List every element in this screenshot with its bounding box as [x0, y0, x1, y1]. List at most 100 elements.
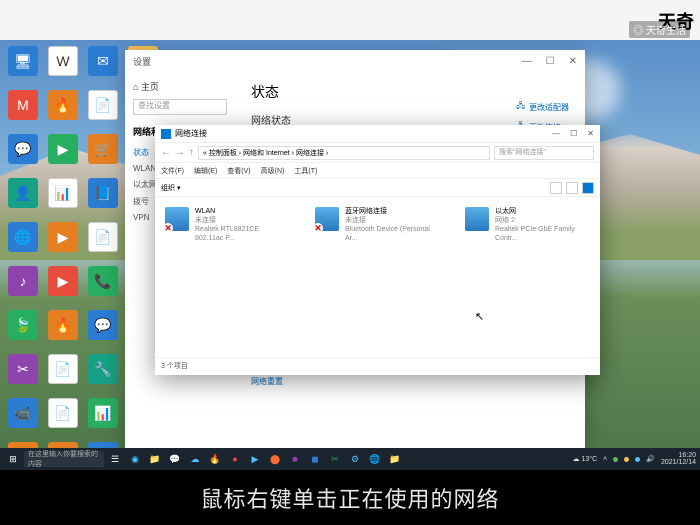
page-title: 状态 [251, 82, 569, 102]
desktop-icon[interactable]: 🔥 [48, 310, 78, 340]
desktop-icon[interactable]: 📊 [88, 398, 118, 428]
menu-edit[interactable]: 编辑(E) [194, 166, 217, 176]
app-icon[interactable]: ◼ [306, 451, 324, 467]
desktop-icon[interactable]: 🔥 [48, 90, 78, 120]
desktop-icon[interactable]: ✉ [88, 46, 118, 76]
explorer-window: 网络连接 — ☐ ✕ ← → ↑ « 控制面板 › 网络和 Internet ›… [155, 125, 600, 375]
app-icon[interactable]: ■ [286, 451, 304, 467]
desktop-icon[interactable]: M [8, 90, 38, 120]
adapter-device: Bluetooth Device (Personal Ar... [345, 225, 435, 243]
desktop-icon[interactable]: 💬 [88, 310, 118, 340]
desktop-icon[interactable]: W [48, 46, 78, 76]
desktop-icon[interactable]: 📄 [48, 354, 78, 384]
menu-tools[interactable]: 工具(T) [294, 166, 317, 176]
explorer-content[interactable]: WLAN 未连接 Realtek RTL8821CE 802.11ac P...… [155, 197, 600, 357]
desktop-icon[interactable]: ✂ [8, 354, 38, 384]
desktop-icon[interactable]: 👤 [8, 178, 38, 208]
tray-icon[interactable] [624, 457, 629, 462]
edge-icon[interactable]: ◉ [126, 451, 144, 467]
clock-date[interactable]: 2021/12/14 [661, 459, 696, 466]
desktop-icon[interactable]: 🔧 [88, 354, 118, 384]
desktop-icon[interactable]: 🍃 [8, 310, 38, 340]
settings-search-input[interactable]: 查找设置 [133, 99, 227, 115]
maximize-button[interactable]: ☐ [570, 129, 577, 138]
menu-file[interactable]: 文件(F) [161, 166, 184, 176]
menu-advanced[interactable]: 高级(N) [261, 166, 285, 176]
desktop-icon[interactable]: ▶ [48, 222, 78, 252]
desktop-icon[interactable]: 📊 [48, 178, 78, 208]
settings-title: 设置 [133, 55, 151, 68]
desktop-icon[interactable]: 💬 [8, 134, 38, 164]
desktop-icon[interactable]: ▶ [48, 266, 78, 296]
watermark-sub: ◎ 天奇生活 [629, 21, 690, 38]
adapter-status: 未连接 [345, 216, 435, 225]
forward-button[interactable]: → [175, 147, 185, 158]
ethernet-icon [465, 207, 489, 231]
organize-button[interactable]: 组织 ▾ [161, 183, 180, 193]
clock-time[interactable]: 16:20 [661, 452, 696, 459]
view-button[interactable] [550, 182, 562, 194]
explorer-icon[interactable]: 📁 [146, 451, 164, 467]
volume-icon[interactable]: 🔊 [646, 455, 655, 463]
desktop-icon[interactable]: 📞 [88, 266, 118, 296]
menu-view[interactable]: 查看(V) [227, 166, 250, 176]
home-link[interactable]: ⌂ 主页 [133, 80, 227, 93]
settings-titlebar[interactable]: 设置 — ☐ ✕ [125, 50, 585, 72]
explorer-status-bar: 3 个项目 [155, 357, 600, 373]
view-button[interactable] [566, 182, 578, 194]
chevron-up-icon[interactable]: ˄ [603, 456, 607, 463]
app-icon[interactable]: 🌐 [366, 451, 384, 467]
desktop-icon[interactable]: ♪ [8, 266, 38, 296]
help-button[interactable] [582, 182, 594, 194]
network-reset-link[interactable]: 网络重置 [251, 376, 569, 387]
taskbar: ⊞ 在这里输入你要搜索的内容 ☰ ◉ 📁 💬 ☁ 🔥 ● ▶ ⬤ ■ ◼ ✂ ⚙… [0, 448, 700, 470]
close-button[interactable]: ✕ [587, 129, 594, 138]
tray-icon[interactable] [613, 457, 618, 462]
minimize-button[interactable]: — [552, 129, 560, 138]
adapter-device: Realtek RTL8821CE 802.11ac P... [195, 225, 285, 243]
desktop-icon[interactable]: 🛒 [88, 134, 118, 164]
maximize-button[interactable]: ☐ [546, 56, 555, 67]
app-icon[interactable]: ▶ [246, 451, 264, 467]
back-button[interactable]: ← [161, 147, 171, 158]
adapter-ethernet[interactable]: 以太网 网络 2 Realtek PCIe GbE Family Contr..… [465, 207, 585, 347]
task-view-button[interactable]: ☰ [106, 451, 124, 467]
tray-icon[interactable] [635, 457, 640, 462]
explorer-titlebar[interactable]: 网络连接 — ☐ ✕ [155, 125, 600, 143]
app-icon[interactable]: ✂ [326, 451, 344, 467]
desktop-icon[interactable]: 📘 [88, 178, 118, 208]
desktop-icon[interactable]: ▶ [48, 134, 78, 164]
weather-widget[interactable]: ☁ 13°C [573, 455, 598, 463]
desktop-icon[interactable]: 📹 [8, 398, 38, 428]
app-icon[interactable]: ☁ [186, 451, 204, 467]
change-adapter-link[interactable]: 🖧更改适配器 [516, 100, 569, 114]
up-button[interactable]: ↑ [189, 147, 194, 158]
app-icon[interactable]: 📁 [386, 451, 404, 467]
desktop-icon[interactable]: 📄 [88, 90, 118, 120]
desktop-icon[interactable]: 🖥 [8, 46, 38, 76]
app-icon[interactable]: 🔥 [206, 451, 224, 467]
desktop-icon[interactable]: 📄 [48, 398, 78, 428]
adapter-name: 蓝牙网络连接 [345, 207, 435, 216]
app-icon[interactable]: ⚙ [346, 451, 364, 467]
breadcrumb[interactable]: « 控制面板 › 网络和 Internet › 网络连接 › [198, 146, 490, 160]
taskbar-search[interactable]: 在这里输入你要搜索的内容 [24, 451, 104, 467]
adapter-name: 以太网 [495, 207, 585, 216]
adapter-wlan[interactable]: WLAN 未连接 Realtek RTL8821CE 802.11ac P... [165, 207, 285, 347]
video-letterbox-top: 天奇 ◎ 天奇生活 [0, 0, 700, 40]
adapter-status: 未连接 [195, 216, 285, 225]
start-button[interactable]: ⊞ [4, 451, 22, 467]
explorer-search-input[interactable]: 搜索"网络连接" [494, 146, 594, 160]
app-icon[interactable]: ● [226, 451, 244, 467]
wechat-icon[interactable]: 💬 [166, 451, 184, 467]
adapter-device: Realtek PCIe GbE Family Contr... [495, 225, 585, 243]
desktop-icon[interactable]: 📄 [88, 222, 118, 252]
bluetooth-icon [315, 207, 339, 231]
adapter-bluetooth[interactable]: 蓝牙网络连接 未连接 Bluetooth Device (Personal Ar… [315, 207, 435, 347]
app-icon[interactable]: ⬤ [266, 451, 284, 467]
close-button[interactable]: ✕ [569, 56, 577, 67]
minimize-button[interactable]: — [522, 56, 532, 67]
wlan-icon [165, 207, 189, 231]
desktop-icon[interactable]: 🌐 [8, 222, 38, 252]
system-tray[interactable]: ☁ 13°C ˄ 🔊 16:20 2021/12/14 [573, 452, 696, 466]
